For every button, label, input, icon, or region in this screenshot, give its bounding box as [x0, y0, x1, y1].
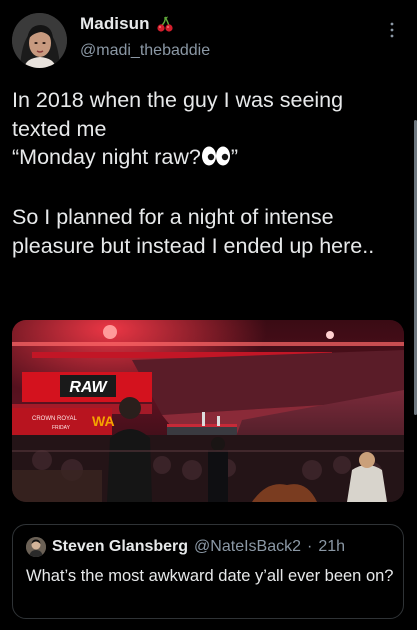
quoted-tweet-text: What’s the most awkward date y’all ever …: [26, 567, 394, 585]
quoted-separator: ·: [307, 538, 313, 555]
svg-text:RAW: RAW: [69, 379, 108, 396]
author-display-name[interactable]: Madisun: [80, 14, 150, 34]
author-handle[interactable]: @madi_thebaddie: [80, 42, 210, 60]
tweet-text: In 2018 when the guy I was seeing texted…: [12, 86, 404, 260]
cherry-icon: [156, 15, 174, 33]
author-avatar[interactable]: [12, 13, 67, 68]
eyes-icon: [201, 145, 231, 175]
quoted-author-avatar: [26, 537, 46, 557]
svg-text:FRIDAY: FRIDAY: [52, 425, 71, 431]
quoted-tweet-header: Steven Glansberg @NateIsBack2 · 21h: [26, 537, 345, 557]
quoted-author-name: Steven Glansberg: [52, 538, 189, 555]
quoted-tweet[interactable]: Steven Glansberg @NateIsBack2 · 21h What…: [12, 524, 404, 619]
svg-text:CROWN ROYAL: CROWN ROYAL: [32, 416, 78, 422]
tweet-text-part1: In 2018 when the guy I was seeing texted…: [12, 88, 344, 169]
quoted-timestamp: 21h: [318, 538, 346, 555]
arena-photo: RAW CROWN ROYAL FRIDAY WA: [12, 320, 404, 502]
tweet-media-photo[interactable]: RAW CROWN ROYAL FRIDAY WA: [12, 320, 404, 502]
svg-text:WA: WA: [92, 413, 115, 429]
quoted-author-handle: @NateIsBack2: [194, 538, 301, 555]
author-name-row[interactable]: Madisun: [80, 14, 174, 34]
more-vertical-icon[interactable]: [389, 21, 395, 39]
tweet-screen: Madisun @madi_thebaddie In 2018 when the…: [0, 0, 417, 630]
